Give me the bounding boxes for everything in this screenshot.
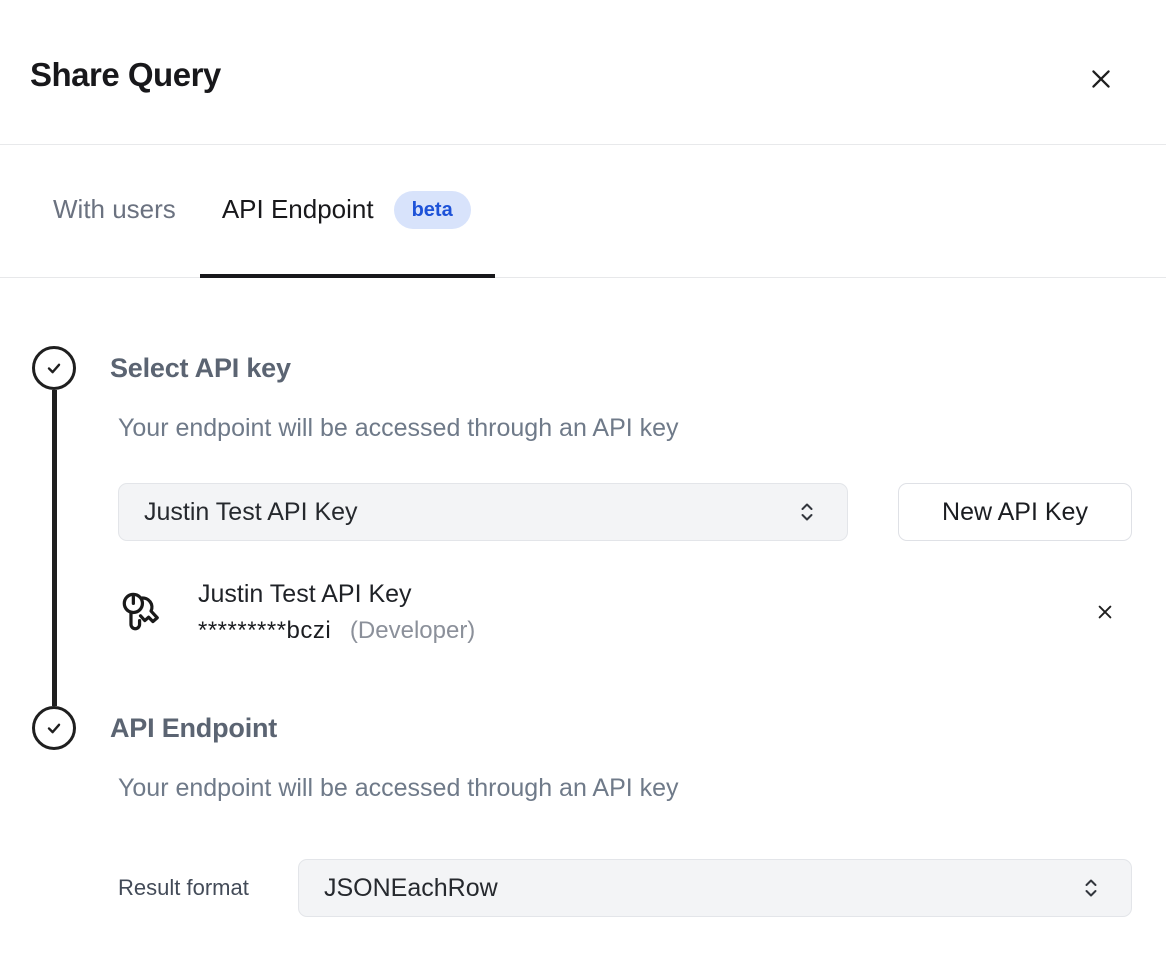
close-icon bbox=[1095, 602, 1115, 622]
tab-with-users-label: With users bbox=[53, 194, 176, 225]
share-tabs: With users API Endpoint beta bbox=[0, 145, 1166, 278]
result-format-select-value: JSONEachRow bbox=[324, 874, 498, 903]
result-format-select[interactable]: JSONEachRow bbox=[298, 859, 1132, 917]
tab-api-endpoint[interactable]: API Endpoint beta bbox=[200, 145, 495, 278]
api-key-select[interactable]: Justin Test API Key bbox=[118, 483, 848, 541]
step-2-description: Your endpoint will be accessed through a… bbox=[118, 774, 1166, 803]
step-2-check-circle bbox=[32, 706, 76, 750]
step-select-api-key: Select API key Your endpoint will be acc… bbox=[32, 346, 1166, 706]
selected-api-key-info: Justin Test API Key *********bczi (Devel… bbox=[198, 579, 1092, 645]
selected-api-key-meta: *********bczi (Developer) bbox=[198, 617, 1092, 645]
result-format-row: Result format JSONEachRow bbox=[118, 859, 1166, 917]
close-modal-button[interactable] bbox=[1086, 64, 1116, 94]
chevron-up-down-icon bbox=[795, 500, 819, 524]
tab-api-endpoint-label: API Endpoint bbox=[222, 194, 374, 225]
step-1-description: Your endpoint will be accessed through a… bbox=[118, 414, 1166, 443]
modal-content: Select API key Your endpoint will be acc… bbox=[0, 278, 1166, 917]
step-2-marker bbox=[32, 706, 76, 917]
api-key-masked-secret: *********bczi bbox=[198, 617, 331, 644]
step-api-endpoint: API Endpoint Your endpoint will be acces… bbox=[32, 706, 1166, 917]
step-1-body: Select API key Your endpoint will be acc… bbox=[110, 346, 1166, 706]
selected-api-key-name: Justin Test API Key bbox=[198, 579, 1092, 609]
check-icon bbox=[43, 717, 65, 739]
remove-api-key-button[interactable] bbox=[1092, 599, 1118, 625]
modal-header: Share Query bbox=[0, 0, 1166, 145]
chevron-up-down-icon bbox=[1079, 876, 1103, 900]
stepper-connector-line bbox=[52, 390, 57, 706]
new-api-key-button[interactable]: New API Key bbox=[898, 483, 1132, 541]
close-icon bbox=[1088, 66, 1114, 92]
result-format-label: Result format bbox=[118, 875, 298, 901]
step-1-title: Select API key bbox=[110, 353, 1166, 384]
check-icon bbox=[43, 357, 65, 379]
step-1-check-circle bbox=[32, 346, 76, 390]
api-key-role: (Developer) bbox=[350, 617, 475, 644]
selected-api-key-row: Justin Test API Key *********bczi (Devel… bbox=[118, 579, 1132, 645]
api-key-select-value: Justin Test API Key bbox=[144, 498, 358, 527]
modal-title: Share Query bbox=[30, 56, 1130, 94]
tab-with-users[interactable]: With users bbox=[53, 145, 176, 278]
keys-icon bbox=[120, 588, 162, 636]
step-1-marker bbox=[32, 346, 76, 706]
api-key-controls-row: Justin Test API Key New API Key bbox=[118, 483, 1166, 541]
beta-badge: beta bbox=[394, 191, 471, 229]
step-2-title: API Endpoint bbox=[110, 713, 1166, 744]
step-2-body: API Endpoint Your endpoint will be acces… bbox=[110, 706, 1166, 917]
